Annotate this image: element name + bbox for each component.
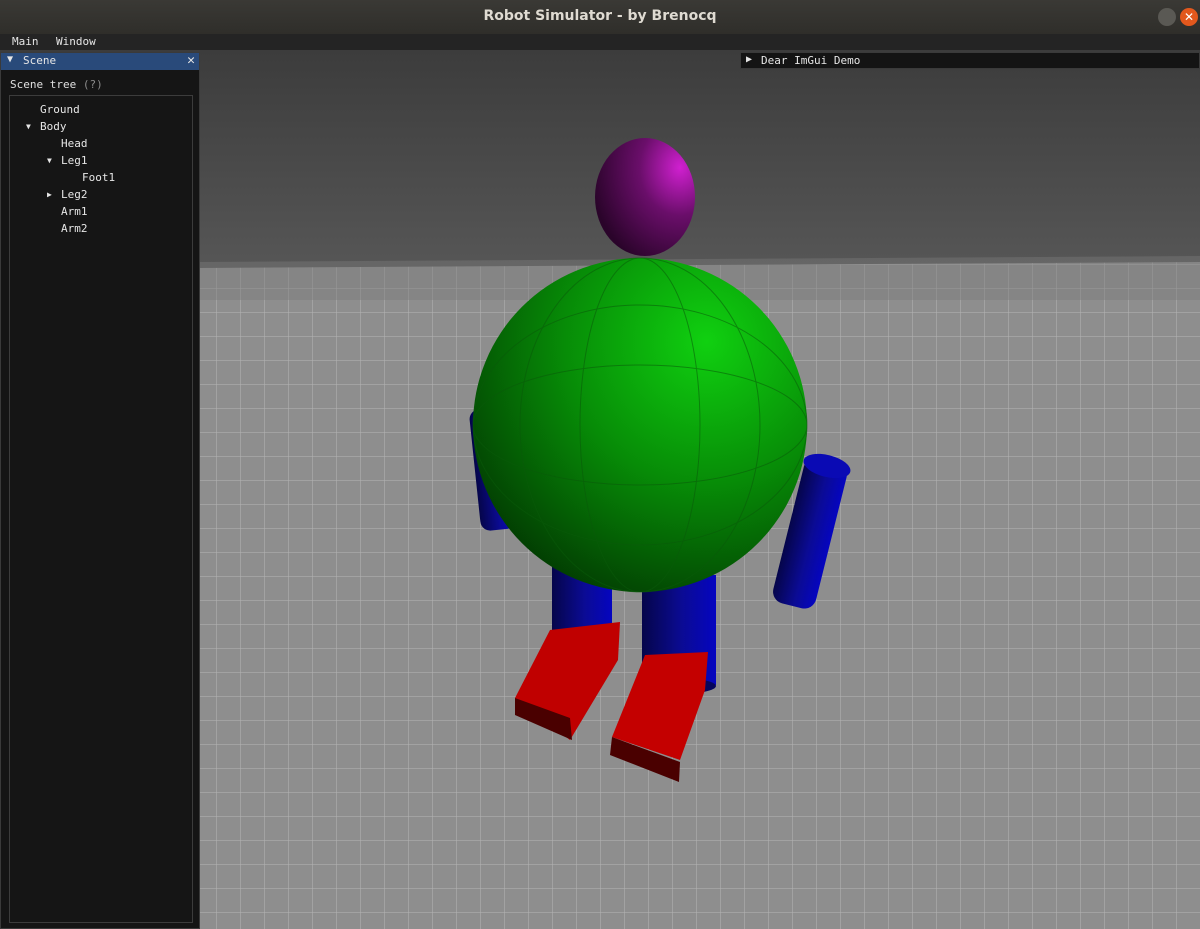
demo-window-title: Dear ImGui Demo (761, 54, 861, 67)
tree-item-leg2[interactable]: ▶ Leg2 (47, 188, 88, 201)
window-title: Robot Simulator - by Brenocq (483, 8, 717, 24)
robot-head (595, 138, 695, 256)
tree-item-arm1[interactable]: Arm1 (47, 205, 88, 218)
tree-expand-icon[interactable]: ▼ (47, 156, 61, 165)
minimize-button[interactable] (1158, 8, 1176, 26)
close-icon[interactable]: ✕ (187, 53, 195, 68)
robot-body (473, 258, 807, 592)
demo-window-collapsed[interactable]: ▶ Dear ImGui Demo (740, 52, 1200, 69)
help-marker[interactable]: (?) (83, 78, 103, 91)
scene-panel-title: Scene (23, 54, 57, 67)
tree-item-ground[interactable]: Ground (26, 103, 80, 116)
tree-expand-icon[interactable]: ▼ (26, 122, 40, 131)
title-bar: Robot Simulator - by Brenocq ✕ (0, 0, 1200, 35)
scene-panel: ▼ Scene ✕ Scene tree (?) Ground ▼ Body He… (0, 52, 200, 929)
tree-item-head[interactable]: Head (47, 137, 88, 150)
menu-bar: Main Window (0, 34, 1200, 50)
collapse-arrow-icon[interactable]: ▼ (7, 54, 13, 65)
scene-tree-label: Scene tree (?) (10, 78, 103, 91)
scene-panel-titlebar[interactable]: ▼ Scene ✕ (1, 53, 199, 70)
tree-item-body[interactable]: ▼ Body (26, 120, 67, 133)
tree-item-arm2[interactable]: Arm2 (47, 222, 88, 235)
close-window-button[interactable]: ✕ (1180, 8, 1198, 26)
expand-arrow-icon[interactable]: ▶ (746, 54, 752, 65)
menu-main[interactable]: Main (12, 35, 39, 48)
tree-item-foot1[interactable]: Foot1 (68, 171, 115, 184)
tree-collapse-icon[interactable]: ▶ (47, 190, 61, 199)
tree-item-leg1[interactable]: ▼ Leg1 (47, 154, 88, 167)
scene-tree: Ground ▼ Body Head ▼ Leg1 Foot1 ▶ Leg2 Arm1… (9, 95, 193, 923)
menu-window[interactable]: Window (56, 35, 96, 48)
